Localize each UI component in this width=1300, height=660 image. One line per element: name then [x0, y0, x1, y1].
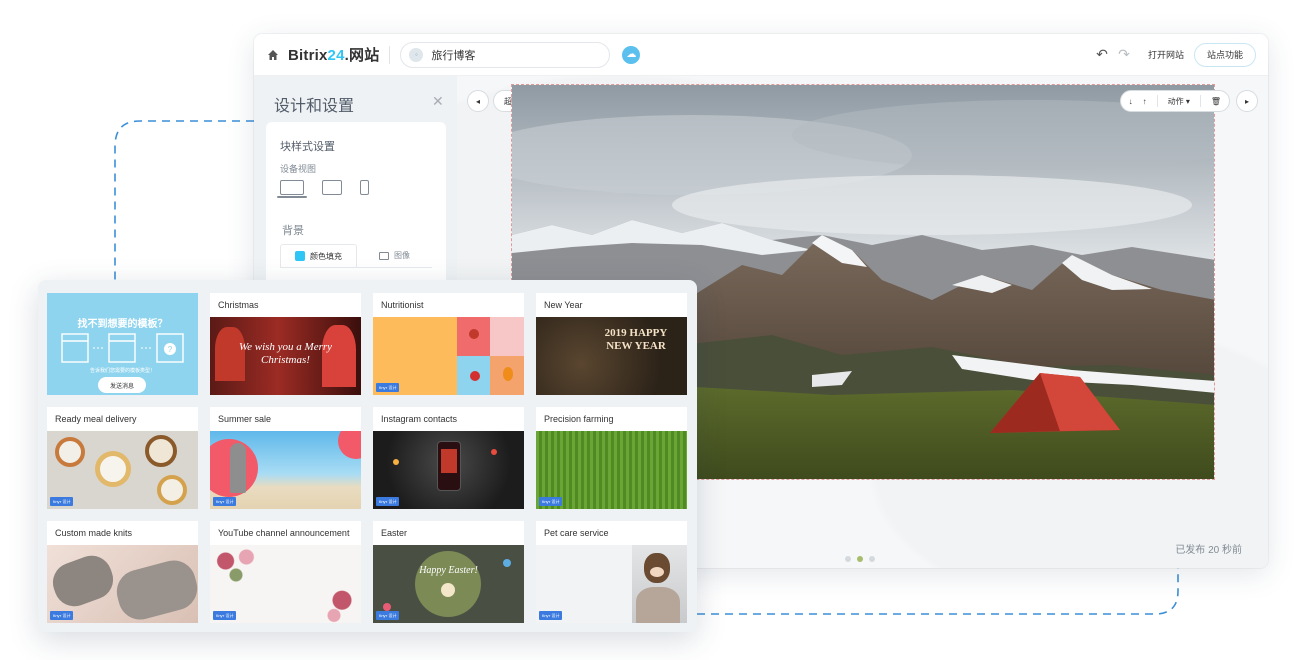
template-thumbnail: Кнут 设计 — [47, 545, 198, 623]
tab-color-fill[interactable]: 颜色填充 — [280, 244, 357, 267]
custom-template-request-tile: 找不到想要的模板？ ? 告诉我们您需要的模板类型！ 发送消息 — [47, 293, 198, 395]
template-title: Precision farming — [544, 414, 614, 424]
template-title: Ready meal delivery — [55, 414, 137, 424]
block-style-heading: 块样式设置 — [280, 141, 335, 153]
designer-badge: Кнут 设计 — [376, 611, 400, 620]
site-selector[interactable]: ◦ 旅行博客 — [400, 41, 611, 68]
site-functions-button[interactable]: 站点功能 — [1193, 42, 1256, 67]
site-name: 旅行博客 — [431, 49, 476, 62]
publish-status: 已发布 20 秒前 — [1175, 545, 1242, 556]
undo-icon[interactable]: ↶ — [1094, 46, 1110, 63]
paint-bucket-icon — [295, 251, 305, 261]
panel-title: 设计和设置 — [274, 98, 355, 115]
tablet-icon[interactable] — [322, 180, 342, 195]
background-tabs: 颜色填充 图像 — [280, 244, 432, 268]
divider — [389, 45, 391, 64]
home-icon[interactable] — [266, 48, 280, 62]
template-thumbnail: Кнут 设计 — [536, 431, 687, 509]
template-title: Instagram contacts — [381, 414, 458, 424]
editor-topbar: Bitrix24.网站 ◦ 旅行博客 ☁ ↶ ↷ 打开网站 站点功能 — [254, 34, 1268, 76]
actions-dropdown[interactable]: 动作 ▾ — [1168, 96, 1190, 107]
template-card[interactable]: YouTube channel announcement Кнут 设计 — [210, 521, 361, 623]
template-thumbnail: Кнут 设计 — [373, 317, 524, 395]
promo-text: 告诉我们您需要的模板类型！ — [89, 368, 155, 374]
template-title: Custom made knits — [55, 528, 133, 538]
redo-icon[interactable]: ↷ — [1116, 46, 1132, 63]
template-title: Nutritionist — [381, 300, 424, 310]
template-title: Easter — [381, 528, 408, 538]
template-card[interactable]: Christmas We wish you a Merry Christmas! — [210, 293, 361, 395]
topbar-actions: ↶ ↷ 打开网站 站点功能 — [1088, 42, 1256, 67]
template-card[interactable]: Nutritionist Кнут 设计 — [373, 293, 524, 395]
collapse-left-button[interactable]: ◂ — [467, 90, 489, 112]
designer-badge: Кнут 设计 — [539, 611, 563, 620]
slide-indicator — [845, 556, 875, 562]
template-card[interactable]: Instagram contacts Кнут 设计 — [373, 407, 524, 509]
template-card[interactable]: Custom made knits Кнут 设计 — [47, 521, 198, 623]
template-title: Christmas — [218, 300, 259, 310]
divider — [1199, 95, 1201, 107]
block-actions-toolbar: ↓ ↑ 动作 ▾ 🗑 — [1119, 90, 1230, 112]
open-site-link[interactable]: 打开网站 — [1148, 48, 1184, 61]
designer-badge: Кнут 设计 — [213, 611, 237, 620]
move-down-icon[interactable]: ↓ — [1129, 97, 1133, 106]
template-title: New Year — [544, 300, 583, 310]
brand-logo: Bitrix24.网站 — [288, 47, 380, 64]
template-thumbnail: Happy Easter! Кнут 设计 — [373, 545, 524, 623]
template-card[interactable]: Ready meal delivery Кнут 设计 — [47, 407, 198, 509]
designer-badge: Кнут 设计 — [539, 497, 563, 506]
template-layout-icon: ? — [61, 333, 184, 363]
image-icon — [379, 251, 389, 260]
svg-text:?: ? — [168, 345, 173, 354]
device-view-label: 设备视图 — [280, 164, 317, 174]
phone-icon[interactable] — [360, 180, 369, 195]
close-icon[interactable]: ✕ — [432, 93, 444, 110]
template-thumbnail: Кнут 设计 — [373, 431, 524, 509]
promo-title: 找不到想要的模板？ — [77, 319, 168, 330]
laptop-icon[interactable] — [277, 180, 307, 198]
template-card[interactable]: New Year 2019 HAPPY NEW YEAR — [536, 293, 687, 395]
thumb-caption: Happy Easter! — [419, 565, 478, 576]
cloud-icon[interactable]: ☁ — [622, 45, 641, 64]
send-message-button[interactable]: 发送消息 — [98, 377, 146, 393]
device-switcher — [277, 180, 369, 198]
template-gallery: 找不到想要的模板？ ? 告诉我们您需要的模板类型！ 发送消息 Christmas… — [38, 280, 697, 632]
slide-dot[interactable] — [845, 556, 851, 562]
template-thumbnail: Кнут 设计 — [536, 545, 687, 623]
template-title: Pet care service — [544, 528, 609, 538]
template-title: Summer sale — [218, 414, 272, 424]
designer-badge: Кнут 设计 — [50, 611, 74, 620]
trash-icon[interactable]: 🗑 — [1211, 97, 1221, 106]
designer-badge: Кнут 设计 — [376, 383, 400, 392]
collapse-right-button[interactable]: ▸ — [1236, 90, 1258, 112]
designer-badge: Кнут 设计 — [50, 497, 74, 506]
move-up-icon[interactable]: ↑ — [1143, 97, 1147, 106]
designer-badge: Кнут 设计 — [376, 497, 400, 506]
template-card[interactable]: Pet care service Кнут 设计 — [536, 521, 687, 623]
background-heading: 背景 — [282, 225, 304, 237]
template-card[interactable]: Precision farming Кнут 设计 — [536, 407, 687, 509]
template-card[interactable]: Summer sale Кнут 设计 — [210, 407, 361, 509]
template-thumbnail: Кнут 设计 — [210, 431, 361, 509]
divider — [1156, 95, 1158, 107]
thumb-caption: 2019 HAPPY NEW YEAR — [604, 327, 668, 352]
template-thumbnail: 2019 HAPPY NEW YEAR — [536, 317, 687, 395]
template-title: YouTube channel announcement — [218, 528, 350, 538]
site-favicon-icon: ◦ — [409, 47, 424, 62]
tab-image[interactable]: 图像 — [357, 244, 432, 267]
template-thumbnail: We wish you a Merry Christmas! — [210, 317, 361, 395]
slide-dot[interactable] — [869, 556, 875, 562]
slide-dot-active[interactable] — [857, 556, 863, 562]
designer-badge: Кнут 设计 — [213, 497, 237, 506]
thumb-caption: We wish you a Merry Christmas! — [238, 341, 333, 366]
template-card[interactable]: Easter Happy Easter! Кнут 设计 — [373, 521, 524, 623]
template-thumbnail: Кнут 设计 — [210, 545, 361, 623]
template-thumbnail: Кнут 设计 — [47, 431, 198, 509]
